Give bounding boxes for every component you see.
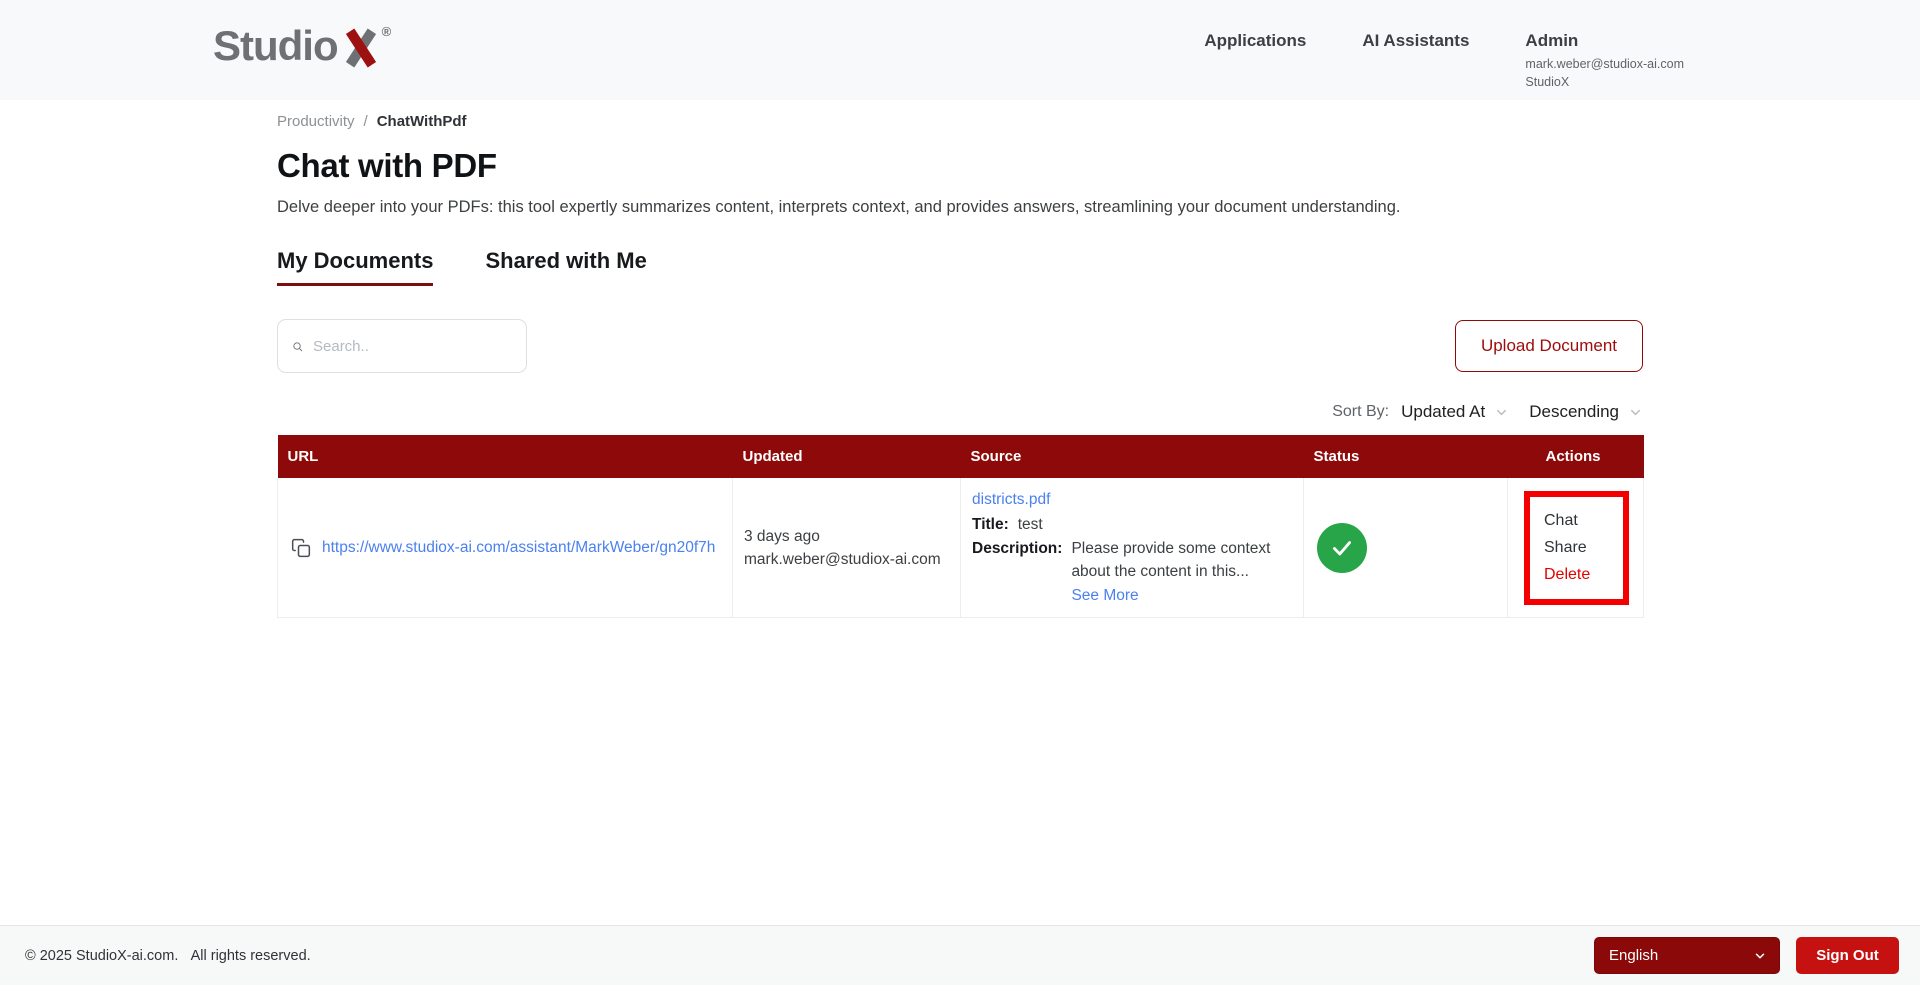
description-value: Please provide some context about the co…	[1071, 540, 1271, 580]
user-organization: StudioX	[1525, 74, 1570, 89]
footer: © 2025 StudioX-ai.com. All rights reserv…	[0, 925, 1920, 985]
chevron-down-icon	[1755, 952, 1765, 959]
column-header-actions: Actions	[1507, 435, 1644, 478]
breadcrumb-current: ChatWithPdf	[376, 113, 467, 130]
description-row: Description: Please provide some context…	[972, 537, 1295, 607]
updated-by-email: mark.weber@studiox-ai.com	[744, 550, 941, 568]
nav-applications[interactable]: Applications	[1204, 30, 1306, 100]
logo-text-studio: Studio	[213, 22, 339, 69]
top-nav: Applications AI Assistants Admin mark.we…	[1204, 0, 1684, 100]
documents-table: URL Updated Source Status Actions https:…	[277, 435, 1644, 618]
upload-document-button[interactable]: Upload Document	[1455, 320, 1643, 372]
chat-action[interactable]: Chat	[1544, 508, 1619, 534]
tab-my-documents[interactable]: My Documents	[277, 248, 434, 286]
user-email: mark.weber@studiox-ai.com	[1525, 57, 1684, 71]
sort-by-label: Sort By:	[1332, 403, 1390, 420]
chevron-down-icon	[1631, 409, 1640, 415]
share-action[interactable]: Share	[1544, 535, 1619, 561]
column-header-updated: Updated	[732, 435, 961, 478]
toolbar: Upload Document	[277, 319, 1643, 373]
copyright-text: © 2025 StudioX-ai.com. All rights reserv…	[25, 948, 311, 964]
source-cell: districts.pdf Title: test Description: P…	[961, 478, 1303, 617]
document-url-link[interactable]: https://www.studiox-ai.com/assistant/Mar…	[322, 539, 715, 557]
table-row: https://www.studiox-ai.com/assistant/Mar…	[277, 478, 1644, 618]
title-value: test	[1017, 516, 1043, 533]
page-title: Chat with PDF	[277, 147, 497, 184]
column-header-status: Status	[1303, 435, 1508, 478]
logo-x-mark	[340, 22, 382, 70]
title-row: Title: test	[972, 513, 1295, 536]
nav-ai-assistants[interactable]: AI Assistants	[1362, 30, 1469, 100]
user-menu[interactable]: Admin mark.weber@studiox-ai.com StudioX	[1525, 30, 1684, 100]
breadcrumb: Productivity / ChatWithPdf	[277, 113, 1643, 130]
updated-relative-time: 3 days ago	[744, 527, 820, 545]
page-description: Delve deeper into your PDFs: this tool e…	[277, 198, 1401, 216]
search-input[interactable]	[313, 337, 512, 355]
status-badge	[1317, 522, 1367, 573]
language-value: English	[1609, 947, 1659, 964]
top-bar: Studio ® Applications AI Assistants Admi…	[0, 0, 1920, 100]
user-name: Admin	[1525, 31, 1579, 50]
source-file-link[interactable]: districts.pdf	[972, 491, 1050, 509]
sort-direction-dropdown[interactable]: Descending	[1529, 402, 1643, 422]
delete-action[interactable]: Delete	[1544, 562, 1619, 588]
tab-bar: My Documents Shared with Me	[277, 248, 1643, 286]
registered-trademark-symbol: ®	[381, 24, 392, 39]
copyright-notice: © 2025 StudioX-ai.com.	[25, 947, 179, 964]
tab-shared-with-me[interactable]: Shared with Me	[485, 248, 646, 286]
check-icon	[1333, 540, 1351, 555]
footer-actions: English Sign Out	[1594, 937, 1899, 974]
main-content: Productivity / ChatWithPdf Chat with PDF…	[0, 113, 1920, 618]
breadcrumb-productivity[interactable]: Productivity	[277, 113, 355, 130]
sort-controls: Sort By: Updated At Descending	[277, 402, 1643, 422]
search-box	[277, 319, 527, 373]
status-cell	[1304, 522, 1507, 573]
rights-reserved-text: All rights reserved.	[190, 947, 311, 964]
sign-out-button[interactable]: Sign Out	[1796, 937, 1899, 974]
column-header-source: Source	[960, 435, 1304, 478]
sort-direction-value: Descending	[1529, 402, 1619, 421]
search-icon	[293, 341, 303, 351]
column-header-url: URL	[277, 435, 733, 478]
title-label: Title:	[972, 516, 1009, 533]
copy-icon[interactable]	[291, 538, 311, 558]
sort-field-dropdown[interactable]: Updated At	[1401, 402, 1509, 422]
studiox-logo[interactable]: Studio ®	[213, 0, 391, 100]
breadcrumb-separator: /	[363, 113, 368, 130]
table-header: URL Updated Source Status Actions	[277, 435, 1644, 478]
sort-field-value: Updated At	[1401, 402, 1486, 421]
description-label: Description:	[972, 540, 1063, 557]
language-dropdown[interactable]: English	[1594, 937, 1780, 974]
chevron-down-icon	[1497, 409, 1507, 415]
annotation-highlight-box: Chat Share Delete	[1524, 490, 1629, 605]
url-cell: https://www.studiox-ai.com/assistant/Mar…	[278, 538, 732, 558]
see-more-link[interactable]: See More	[1071, 584, 1138, 607]
updated-cell: 3 days ago mark.weber@studiox-ai.com	[733, 525, 960, 571]
